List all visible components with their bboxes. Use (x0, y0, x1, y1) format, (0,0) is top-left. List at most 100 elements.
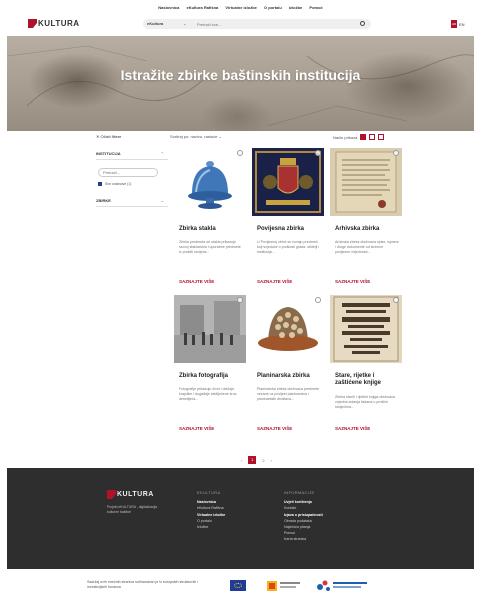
hat-with-badges-icon (258, 307, 318, 351)
card-image[interactable] (252, 295, 324, 363)
partner-logo-icon (317, 580, 367, 591)
pagination-current-page[interactable]: 1 (248, 456, 257, 464)
logo-mark-icon (107, 490, 116, 499)
list-view-icon[interactable] (369, 134, 376, 140)
chevron-up-icon: ⌃ (160, 151, 164, 156)
card-description: Arhivska zbirka obuhvaća spise, isprave … (335, 240, 399, 254)
card-image[interactable] (252, 148, 324, 216)
nav-item-exhibitions[interactable]: Izložbe (289, 5, 302, 10)
card-description: Planinarska zbirka obuhvaća predmete vez… (257, 387, 320, 401)
filter-section-title: ZBIRKE (96, 198, 111, 203)
card-image[interactable] (174, 295, 246, 363)
footer-column-ekultura: EKULTURA Naslovnica eKultura Rafišna Vir… (197, 490, 225, 530)
eu-funding-bar: Sadržaj ovih mrežnih stranica sufinancir… (7, 570, 474, 602)
top-bar: Naslovnica eKultura Rafišna Virtualne iz… (0, 0, 481, 36)
favorite-heart-icon[interactable] (237, 150, 243, 156)
view-mode-label: Način prikaza (333, 134, 358, 140)
card-read-more-link[interactable]: SAZNAJTE VIŠE (335, 426, 370, 431)
card-description: Zbirka starih i rijetkih knjiga obuhvaća… (335, 395, 395, 409)
manuscript-icon (335, 151, 397, 213)
coat-of-arms-icon (255, 151, 321, 213)
nav-item-help[interactable]: Pomoć (309, 5, 322, 10)
compact-view-icon[interactable] (378, 134, 385, 140)
footer-link[interactable]: Karta stranica (284, 536, 323, 542)
footer-link[interactable]: Virtualne izložbe (197, 512, 225, 518)
hero-banner: Istražite zbirke baštinskih institucija (7, 36, 474, 131)
language-alternate[interactable]: EN (459, 22, 465, 27)
footer-link[interactable]: Izjava o pristupačnosti (284, 512, 323, 518)
card-description: Fotografije prikazuju život i običaje, k… (179, 387, 237, 401)
card-read-more-link[interactable]: SAZNAJTE VIŠE (179, 279, 214, 284)
filter-search-input[interactable] (98, 168, 158, 177)
eu-funding-text: Sadržaj ovih mrežnih stranica sufinancir… (87, 580, 199, 589)
grid-view-icon[interactable] (360, 134, 367, 140)
logo-mark-icon (28, 19, 37, 28)
checkbox-checked-icon[interactable] (98, 182, 102, 186)
card-title: Povijesna zbirka (257, 226, 305, 232)
search-input[interactable] (197, 20, 347, 28)
language-badge: HR (451, 20, 457, 28)
card-image[interactable] (174, 148, 246, 216)
chevron-down-icon: ⌄ (160, 198, 164, 203)
filter-checkbox-label: Sve ustanove (1) (105, 182, 132, 186)
eu-flag-icon (230, 580, 246, 591)
search-bar: eKultura ⌄ (143, 19, 371, 29)
filter-section-institution[interactable]: INSTITUCIJA ⌃ (96, 151, 168, 160)
footer-logo[interactable]: KULTURA (107, 490, 154, 499)
pagination-prev[interactable]: ‹ (241, 458, 242, 463)
footer-column-information: INFORMACIJE Uvjeti korištenja Kontakt Iz… (284, 490, 323, 543)
footer-link[interactable]: eKultura Rafišna (197, 505, 225, 511)
view-mode-switcher: Način prikaza (333, 134, 385, 140)
filter-sidebar: ✕ Očisti filtere (96, 132, 168, 139)
favorite-heart-icon[interactable] (237, 297, 243, 303)
filter-section-title: INSTITUCIJA (96, 151, 121, 156)
card-image[interactable] (330, 148, 402, 216)
card-title: Zbirka fotografija (179, 373, 229, 379)
footer-column-heading: INFORMACIJE (284, 490, 315, 495)
pagination-page[interactable]: 2 (262, 458, 264, 463)
top-navigation: Naslovnica eKultura Rafišna Virtualne iz… (0, 5, 481, 10)
card-description: U Povijesnoj zbirci se čuvaju predmeti k… (257, 240, 320, 254)
nav-item-about[interactable]: O portalu (264, 5, 282, 10)
hero-title: Istražite zbirke baštinskih institucija (120, 67, 361, 83)
site-logo[interactable]: KULTURA (28, 19, 80, 28)
favorite-heart-icon[interactable] (315, 297, 321, 303)
card-title: Stare, rijetke i zaštićene knjige (335, 373, 382, 386)
favorite-heart-icon[interactable] (315, 150, 321, 156)
card-image[interactable] (330, 295, 402, 363)
footer-logo-text: KULTURA (117, 491, 154, 498)
card-title: Zbirka stakla (179, 226, 216, 232)
favorite-heart-icon[interactable] (393, 150, 399, 156)
logo-text: KULTURA (38, 19, 80, 28)
glass-dish-icon (188, 161, 232, 209)
card-title: Arhivska zbirka (335, 226, 380, 232)
photograph-icon (174, 295, 246, 363)
filter-section-collections[interactable]: ZBIRKE ⌄ (96, 198, 168, 207)
search-scope-select[interactable]: eKultura (147, 21, 163, 26)
chevron-down-icon[interactable]: ⌄ (183, 21, 186, 26)
favorite-heart-icon[interactable] (393, 297, 399, 303)
card-read-more-link[interactable]: SAZNAJTE VIŠE (335, 279, 370, 284)
nav-item-virtual-exhibitions[interactable]: Virtualne izložbe (225, 5, 257, 10)
language-switcher[interactable]: HR EN (451, 20, 465, 28)
partner-logo-icon (267, 581, 300, 591)
pagination-next[interactable]: › (271, 458, 272, 463)
old-book-page-icon (333, 296, 399, 362)
card-read-more-link[interactable]: SAZNAJTE VIŠE (257, 426, 292, 431)
nav-item-ekultura[interactable]: eKultura Rafišna (186, 5, 218, 10)
sort-dropdown[interactable]: Sortiraj po: nazivu, rastuće ⌄ (170, 134, 222, 139)
clear-filters-button[interactable]: ✕ Očisti filtere (96, 134, 168, 139)
footer-description: Projekt eKULTURA - digitalizacija kultur… (107, 505, 158, 514)
card-title: Planinarska zbirka (257, 373, 310, 379)
card-read-more-link[interactable]: SAZNAJTE VIŠE (257, 279, 292, 284)
footer-link[interactable]: Izložbe (197, 524, 225, 530)
footer-column-heading: EKULTURA (197, 490, 221, 495)
filter-checkbox-all[interactable]: Sve ustanove (1) (98, 182, 131, 186)
sort-label: Sortiraj po: nazivu, rastuće (170, 134, 218, 139)
search-icon[interactable] (360, 21, 365, 26)
clear-filters-label: Očisti filtere (100, 134, 122, 139)
card-description: Zbirka predmeta od stakla prikazuje razv… (179, 240, 241, 254)
nav-item-home[interactable]: Naslovnica (158, 5, 179, 10)
map-decoration-icon (7, 45, 474, 127)
card-read-more-link[interactable]: SAZNAJTE VIŠE (179, 426, 214, 431)
